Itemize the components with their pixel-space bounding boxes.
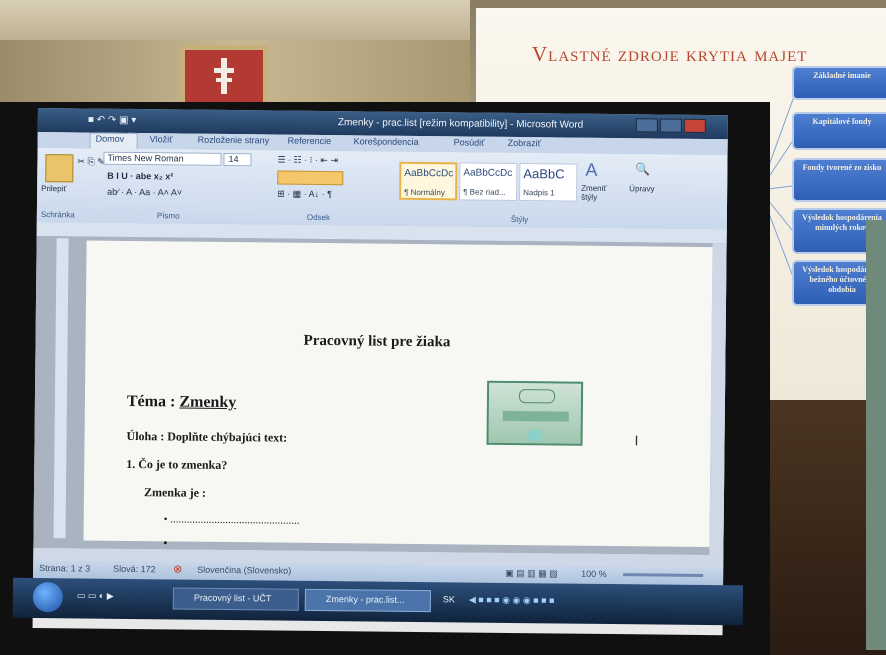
status-page: Strana: 1 z 3 — [39, 563, 91, 574]
cut-copy-icons[interactable]: ✂ ⎘ ✎ — [77, 156, 104, 167]
paragraph-buttons[interactable]: ⊞ · ▦ · A↓ · ¶ — [277, 189, 332, 201]
slide-box-1: Základné imanie — [792, 66, 886, 100]
tab-rozlozenie[interactable]: Rozloženie strany — [198, 135, 270, 146]
find-icon[interactable]: 🔍 — [635, 162, 650, 176]
close-button[interactable] — [683, 118, 706, 133]
taskbar-item-2[interactable]: Zmenky - prac.list... — [304, 588, 431, 613]
change-styles-label[interactable]: Zmeniť štýly — [581, 184, 615, 202]
list-buttons[interactable]: ☰ · ☷ · ⁝ · ⇤ ⇥ — [277, 155, 338, 167]
doc-task: Úloha : Doplňte chýbajúci text: — [126, 428, 288, 445]
start-button-icon[interactable] — [32, 581, 64, 613]
format-buttons[interactable]: B I U · abe x₂ x² — [107, 171, 173, 182]
wall-panel — [866, 220, 886, 650]
paste-label: Prilepiť — [41, 184, 67, 194]
doc-bullet-2: • — [163, 537, 168, 550]
font-name-select[interactable]: Times New Roman — [103, 151, 222, 166]
slide-box-2: Kapitálové fondy — [792, 112, 886, 150]
tab-posudit[interactable]: Posúdiť — [454, 137, 485, 147]
ribbon: Prilepiť ✂ ⎘ ✎ Times New Roman 14 B I U … — [36, 147, 728, 231]
bill-of-exchange-image — [486, 380, 584, 446]
tab-domov[interactable]: Domov — [96, 134, 125, 144]
doc-question: 1. Čo je to zmenka? — [126, 456, 228, 473]
group-styles: Štýly — [510, 214, 529, 225]
style-no-spacing[interactable]: AaBbCcDc ¶ Bez riad... — [459, 162, 518, 202]
tab-referencie[interactable]: Referencie — [288, 136, 332, 146]
cross-emblem-icon — [214, 58, 234, 94]
maximize-button[interactable] — [659, 118, 682, 133]
font-size-select[interactable]: 14 — [223, 152, 252, 167]
tab-korespondencia[interactable]: Korešpondencia — [354, 136, 419, 147]
tab-zobrazit[interactable]: Zobraziť — [508, 138, 541, 148]
doc-heading: Pracovný list pre žiaka — [303, 332, 451, 351]
text-cursor-icon: I — [634, 432, 639, 449]
status-language[interactable]: Slovenčina (Slovensko) — [197, 565, 291, 576]
quick-access-toolbar[interactable]: ■ ↶ ↷ ▣ ▾ — [88, 115, 137, 127]
quick-launch-icons[interactable]: ▭ ▭ ◐ ▶ — [77, 590, 114, 601]
group-clipboard: Schránka — [40, 210, 75, 220]
edit-label[interactable]: Úpravy — [629, 184, 654, 193]
doc-topic: Téma : Zmenky — [126, 392, 237, 412]
color-buttons[interactable]: ab⁄ · A · Aa · A˄ A˅ — [107, 187, 182, 198]
paste-icon[interactable] — [45, 154, 74, 183]
style-heading-1[interactable]: AaBbC Nadpis 1 — [519, 163, 578, 202]
doc-answer-label: Zmenka je : — [143, 485, 207, 500]
minimize-button[interactable] — [635, 118, 658, 133]
taskbar-item-1[interactable]: Pracovný list - UČT — [172, 587, 299, 611]
slide-box-3: Fondy tvorené zo zisku — [792, 158, 886, 202]
zoom-slider[interactable] — [623, 573, 704, 577]
change-styles-icon[interactable]: A — [585, 160, 597, 181]
tray-icons[interactable]: ◀ ■ ■ ■ ◉ ◉ ◉ ■ ■ ■ — [469, 595, 555, 607]
input-language[interactable]: SK — [443, 594, 455, 604]
doc-bullet-1: • ......................................… — [163, 513, 300, 527]
style-normal[interactable]: AaBbCcDc ¶ Normálny — [399, 161, 458, 201]
status-words: Slová: 172 — [113, 563, 156, 575]
taskbar: ▭ ▭ ◐ ▶ Pracovný list - UČT Zmenky - pra… — [12, 577, 744, 626]
word-window: ■ ↶ ↷ ▣ ▾ Zmenky - prac.list [režim komp… — [12, 108, 744, 636]
group-font: Písmo — [156, 211, 180, 221]
tab-vlozit[interactable]: Vložiť — [150, 134, 173, 144]
status-zoom[interactable]: 100 % — [581, 569, 607, 579]
view-buttons[interactable]: ▣ ▤ ▥ ▦ ▧ — [505, 568, 558, 580]
slide-title: Vlastné zdroje krytia majet — [532, 42, 808, 66]
align-center-button[interactable] — [277, 170, 344, 186]
proofing-icon[interactable]: ⊗ — [173, 562, 182, 575]
group-paragraph: Odsek — [306, 212, 331, 223]
